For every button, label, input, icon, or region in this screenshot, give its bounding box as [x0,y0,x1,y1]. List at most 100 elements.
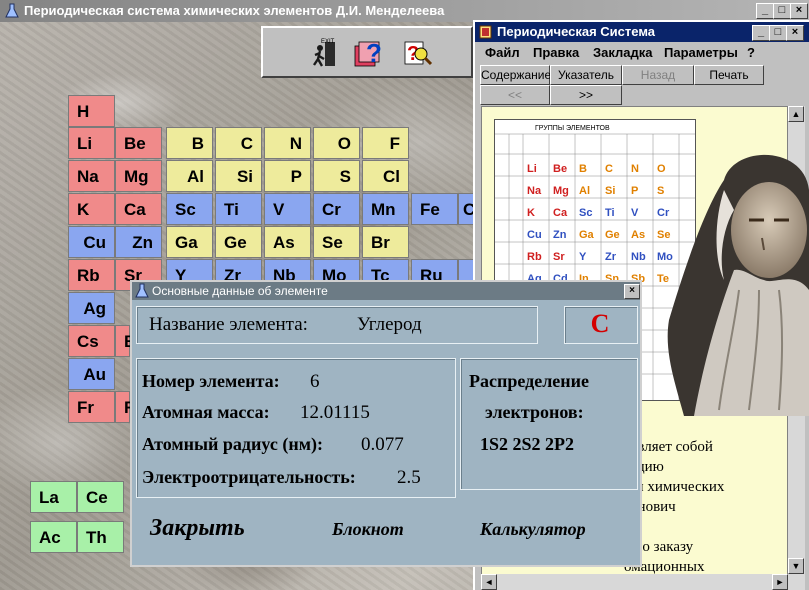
help-minimize-button[interactable]: _ [752,25,770,41]
calculator-button[interactable]: Калькулятор [480,519,586,540]
element-Zn[interactable]: Zn [115,226,162,258]
element-name-value: Углерод [357,314,422,335]
element-Ag[interactable]: Ag [68,292,115,324]
element-S[interactable]: S [313,160,360,192]
close-dialog-button[interactable]: Закрыть [150,515,245,542]
element-Ba[interactable]: B [115,325,136,357]
maximize-button[interactable]: □ [773,3,791,19]
element-K[interactable]: K [68,193,115,225]
element-N[interactable]: N [264,127,311,159]
menu-options[interactable]: Параметры [664,45,738,60]
menu-help[interactable]: ? [747,45,755,60]
help-maximize-button[interactable]: □ [769,25,787,41]
element-Si[interactable]: Si [215,160,262,192]
element-P[interactable]: P [264,160,311,192]
radius-label: Атомный радиус (нм): [142,434,323,454]
element-Ac[interactable]: Ac [30,521,77,553]
element-Na[interactable]: Na [68,160,115,192]
element-Mg[interactable]: Mg [115,160,162,192]
distribution-title-1: Распределение [469,371,590,391]
help-horizontal-scrollbar[interactable]: ◄ ► [481,574,805,590]
element-V[interactable]: V [264,193,311,225]
element-Cl[interactable]: Cl [362,160,409,192]
scroll-left-arrow[interactable]: ◄ [481,574,497,590]
svg-text:Al: Al [579,185,590,197]
element-Ca[interactable]: Ca [115,193,162,225]
element-Fe[interactable]: Fe [411,193,458,225]
menu-edit[interactable]: Правка [533,45,579,60]
dialog-title-bar: Основные данные об элементе × [132,282,640,300]
browse-next-button[interactable]: >> [550,85,622,105]
notepad-button[interactable]: Блокнот [332,519,404,540]
svg-text:P: P [631,185,638,197]
close-button[interactable]: × [790,3,808,19]
element-Th[interactable]: Th [77,521,124,553]
svg-text:?: ? [366,38,382,68]
mendeleev-portrait [667,154,809,416]
element-Cu[interactable]: Cu [68,226,115,258]
menu-bookmark[interactable]: Закладка [593,45,653,60]
element-Au[interactable]: Au [68,358,115,390]
element-Sc[interactable]: Sc [166,193,213,225]
help-close-button[interactable]: × [786,25,804,41]
element-Br[interactable]: Br [362,226,409,258]
element-Cr[interactable]: Cr [313,193,360,225]
element-info-dialog: Основные данные об элементе × Название э… [130,280,642,567]
scroll-right-arrow[interactable]: ► [772,574,788,590]
help-question-icon[interactable]: ? [351,36,385,70]
svg-text:C: C [605,163,613,175]
svg-text:Ge: Ge [605,229,620,241]
element-B[interactable]: B [166,127,213,159]
element-Co[interactable]: C [458,193,475,225]
help-book-icon [479,25,492,39]
radius-value: 0.077 [361,434,404,455]
element-name-label: Название элемента: [149,314,308,335]
search-help-icon[interactable]: ? [399,36,433,70]
element-C[interactable]: C [215,127,262,159]
element-Rb[interactable]: Rb [68,259,115,291]
dialog-close-icon[interactable]: × [624,284,640,299]
app-flask-icon [5,3,19,18]
element-La[interactable]: La [30,481,77,513]
element-Ce[interactable]: Ce [77,481,124,513]
element-Fr[interactable]: Fr [68,391,115,423]
contents-button[interactable]: Содержание [480,65,551,85]
help-title: Периодическая Система [497,24,655,39]
back-button[interactable]: Назад [622,65,694,85]
element-As[interactable]: As [264,226,311,258]
exit-label: EXIT [321,39,335,45]
main-title: Периодическая система химических элемент… [24,3,445,18]
element-O[interactable]: O [313,127,360,159]
index-button[interactable]: Указатель [550,65,622,85]
print-button[interactable]: Печать [694,65,764,85]
menu-file[interactable]: Файл [485,45,520,60]
minimize-button[interactable]: _ [756,3,774,19]
svg-text:Nb: Nb [631,251,646,263]
browse-prev-button[interactable]: << [480,85,550,105]
element-Li[interactable]: Li [68,127,115,159]
distribution-value: 1S2 2S2 2P2 [480,434,575,454]
element-F[interactable]: F [362,127,409,159]
svg-text:Ga: Ga [579,229,595,241]
help-title-bar: Периодическая Система _ □ × [475,22,809,42]
element-Be[interactable]: Be [115,127,162,159]
element-Mn[interactable]: Mn [362,193,409,225]
element-Ti[interactable]: Ti [215,193,262,225]
flask-icon [135,283,149,298]
element-Al[interactable]: Al [166,160,213,192]
element-Ra[interactable]: R [115,391,136,423]
svg-text:Cu: Cu [527,229,542,241]
element-Ga[interactable]: Ga [166,226,213,258]
svg-text:Y: Y [579,251,587,263]
element-symbol: C [590,309,610,338]
svg-text:Na: Na [527,185,542,197]
element-Cs[interactable]: Cs [68,325,115,357]
svg-text:N: N [631,163,639,175]
svg-text:Ti: Ti [605,207,615,219]
element-H[interactable]: H [68,95,115,127]
scroll-down-arrow[interactable]: ▼ [788,558,804,574]
element-Se[interactable]: Se [313,226,360,258]
exit-icon[interactable]: EXIT [307,36,341,70]
scroll-up-arrow[interactable]: ▲ [788,106,804,122]
element-Ge[interactable]: Ge [215,226,262,258]
